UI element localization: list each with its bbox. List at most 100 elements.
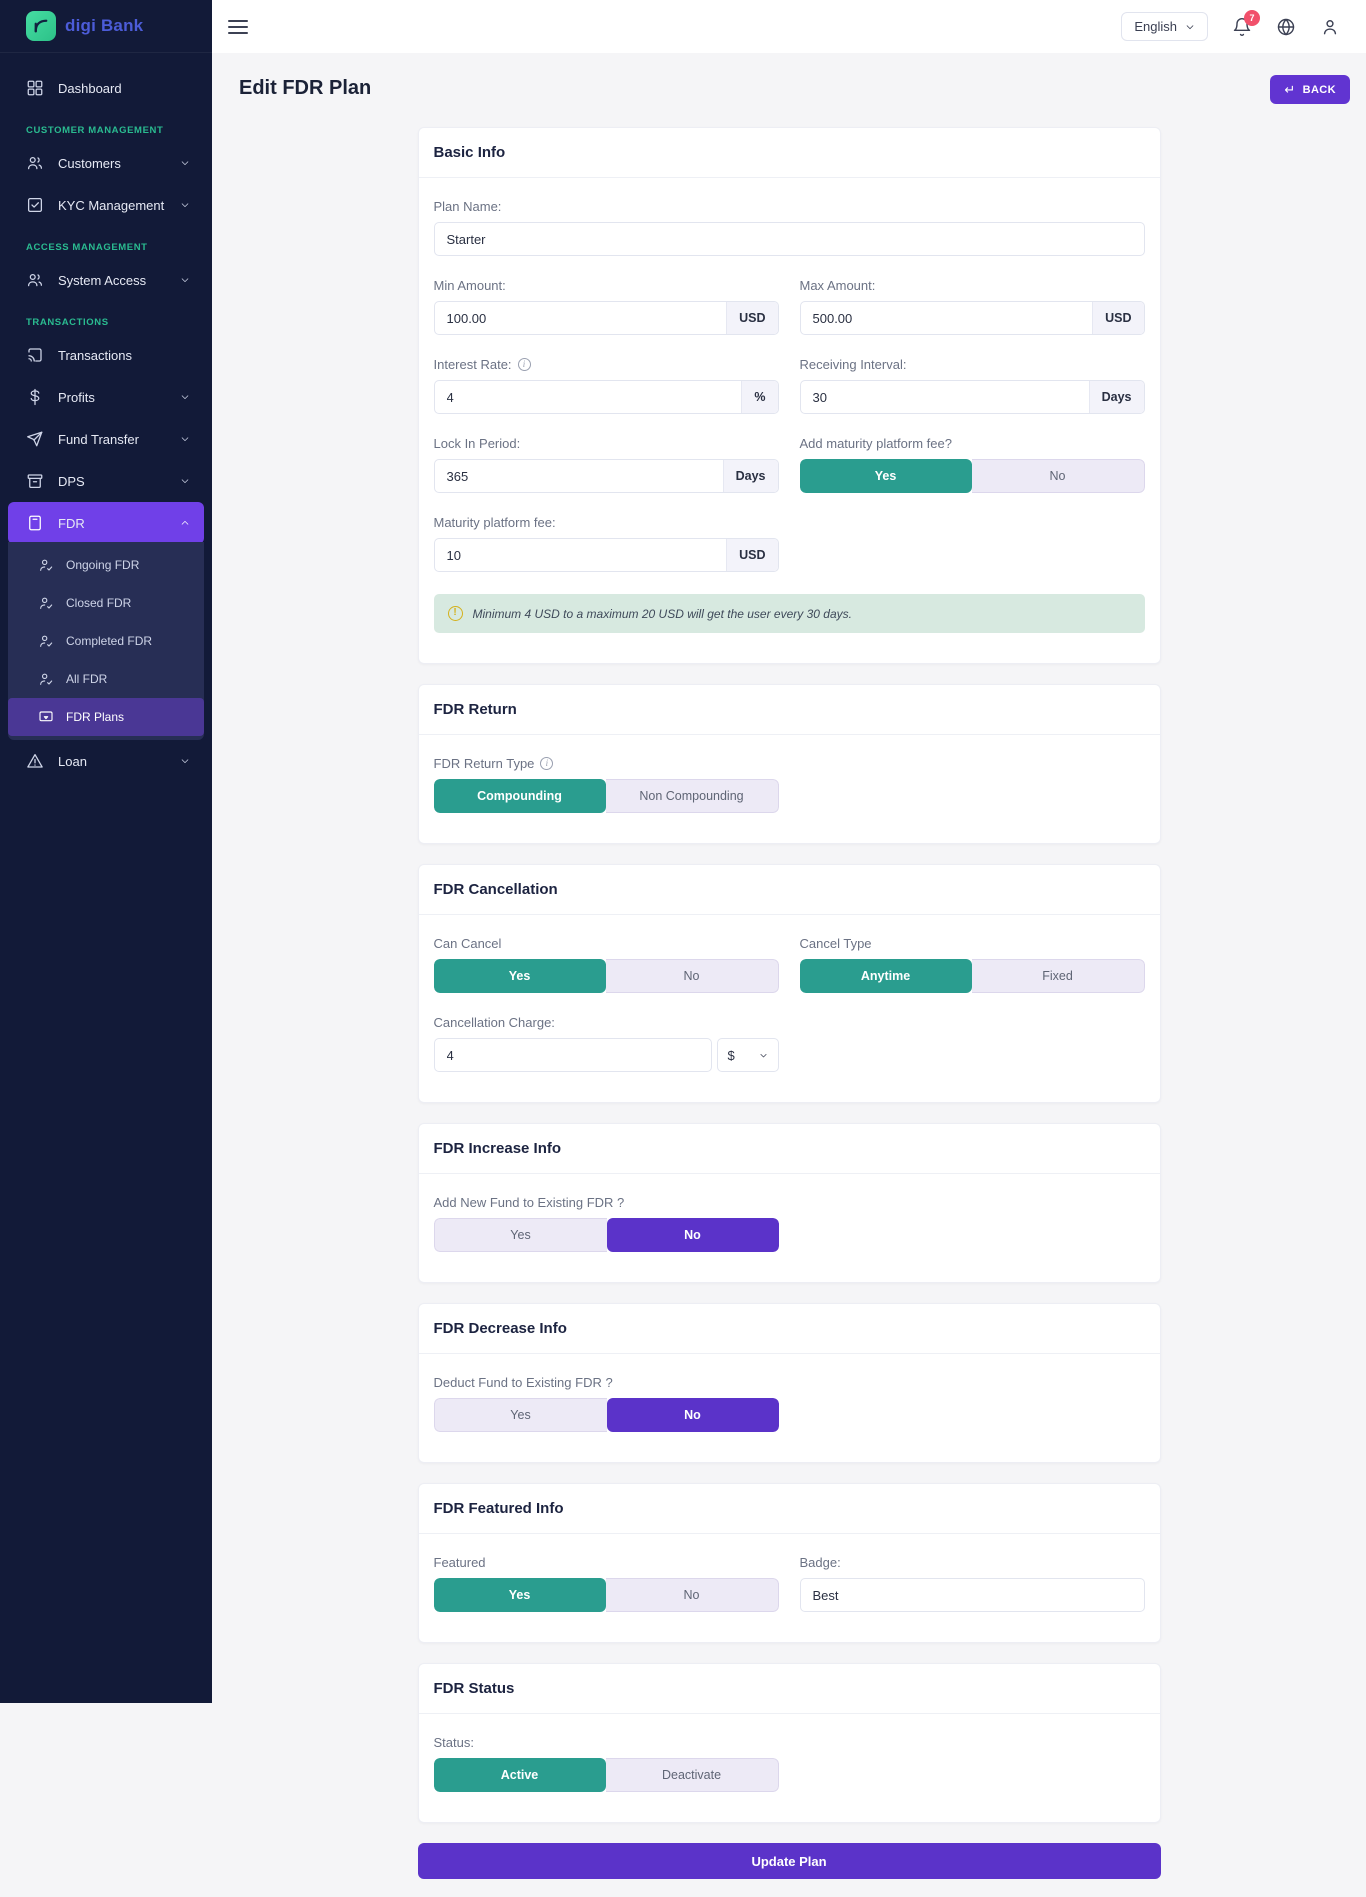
sidebar-item-fdr[interactable]: FDR [8,502,204,544]
cancellation-charge-type-select[interactable]: $ [717,1038,779,1072]
sidebar-item-fdr-plans[interactable]: FDR Plans [8,698,204,736]
check-square-icon [26,196,44,214]
basic-info-card: Basic Info Plan Name: Min Amount: [418,127,1161,664]
section-label-customer-management: CUSTOMER MANAGEMENT [8,109,204,142]
toggle-option-anytime[interactable]: Anytime [800,959,972,993]
warning-circle-icon: ! [448,606,463,621]
brand-logo-icon [26,11,56,41]
toggle-option-no[interactable]: No [606,959,779,993]
chevron-down-icon [180,392,190,402]
sidebar-item-profits[interactable]: Profits [8,376,204,418]
notifications-bell-icon[interactable]: 7 [1232,17,1252,37]
max-amount-input[interactable] [801,302,1093,334]
sidebar-item-customers[interactable]: Customers [8,142,204,184]
toggle-option-deactivate[interactable]: Deactivate [606,1758,779,1792]
sidebar-item-kyc-management[interactable]: KYC Management [8,184,204,226]
toggle-option-no[interactable]: No [607,1218,779,1252]
badge-input[interactable] [801,1579,1144,1611]
language-select[interactable]: English [1121,12,1208,41]
info-icon[interactable]: i [540,757,553,770]
toggle-option-compounding[interactable]: Compounding [434,779,606,813]
sidebar-item-completed-fdr[interactable]: Completed FDR [8,622,204,660]
chevron-down-icon [759,1051,768,1060]
toggle-option-non-compounding[interactable]: Non Compounding [606,779,779,813]
sidebar-item-system-access[interactable]: System Access [8,259,204,301]
fdr-return-type-toggle: Compounding Non Compounding [434,779,779,813]
fdr-featured-card: FDR Featured Info Featured Yes No Badge: [418,1483,1161,1643]
receiving-interval-input[interactable] [801,381,1089,413]
min-amount-input[interactable] [435,302,727,334]
cancellation-charge-label: Cancellation Charge: [434,1015,779,1030]
sidebar-item-label: System Access [58,273,180,288]
max-amount-label: Max Amount: [800,278,1145,293]
card-title: FDR Status [419,1664,1160,1714]
sidebar-item-label: Closed FDR [66,596,131,610]
user-check-icon [38,633,54,649]
card-title: FDR Decrease Info [419,1304,1160,1354]
sidebar-item-label: Customers [58,156,180,171]
sidebar-item-dps[interactable]: DPS [8,460,204,502]
main-content: Edit FDR Plan ↵ BACK Basic Info Plan Nam… [212,53,1366,1897]
cast-icon [26,346,44,364]
update-plan-button[interactable]: Update Plan [418,1843,1161,1879]
language-value: English [1134,19,1177,34]
lock-in-period-input[interactable] [435,460,723,492]
toggle-option-no[interactable]: No [972,459,1145,493]
user-profile-icon[interactable] [1320,17,1340,37]
featured-toggle: Yes No [434,1578,779,1612]
sidebar-item-all-fdr[interactable]: All FDR [8,660,204,698]
menu-toggle-icon[interactable] [228,20,248,34]
interest-rate-input[interactable] [435,381,742,413]
toggle-option-yes[interactable]: Yes [434,959,606,993]
toggle-option-no[interactable]: No [606,1578,779,1612]
toggle-option-yes[interactable]: Yes [434,1398,607,1432]
toggle-option-yes[interactable]: Yes [434,1578,606,1612]
info-icon[interactable]: i [518,358,531,371]
toggle-option-yes[interactable]: Yes [434,1218,607,1252]
alert-triangle-icon [26,752,44,770]
maturity-fee-input[interactable] [435,539,727,571]
fdr-return-card: FDR Return FDR Return Type i Compounding… [418,684,1161,844]
toggle-option-yes[interactable]: Yes [800,459,972,493]
sidebar-item-loan[interactable]: Loan [8,740,204,782]
info-note: ! Minimum 4 USD to a maximum 20 USD will… [434,594,1145,633]
fdr-increase-card: FDR Increase Info Add New Fund to Existi… [418,1123,1161,1283]
send-icon [26,430,44,448]
toggle-option-no[interactable]: No [607,1398,779,1432]
sidebar-item-label: KYC Management [58,198,180,213]
sidebar-item-closed-fdr[interactable]: Closed FDR [8,584,204,622]
sidebar-item-label: Fund Transfer [58,432,180,447]
chevron-down-icon [180,756,190,766]
globe-icon[interactable] [1276,17,1296,37]
sidebar-item-label: Transactions [58,348,190,363]
sidebar-item-label: All FDR [66,672,107,686]
percent-addon: % [741,381,777,413]
dashboard-icon [26,79,44,97]
sidebar-item-transactions[interactable]: Transactions [8,334,204,376]
deduct-fund-label: Deduct Fund to Existing FDR ? [434,1375,779,1390]
cancellation-charge-input[interactable] [435,1039,711,1071]
currency-addon: USD [1092,302,1143,334]
lock-in-period-label: Lock In Period: [434,436,779,451]
card-title: FDR Return [419,685,1160,735]
chevron-down-icon [180,476,190,486]
plan-name-input[interactable] [435,223,1144,255]
sidebar-item-dashboard[interactable]: Dashboard [8,67,204,109]
sidebar-item-ongoing-fdr[interactable]: Ongoing FDR [8,546,204,584]
fdr-decrease-card: FDR Decrease Info Deduct Fund to Existin… [418,1303,1161,1463]
sidebar-item-fund-transfer[interactable]: Fund Transfer [8,418,204,460]
charge-type-value: $ [728,1048,735,1063]
brand[interactable]: digi Bank [0,0,212,53]
notification-count-badge: 7 [1244,10,1260,26]
featured-label: Featured [434,1555,779,1570]
chevron-down-icon [180,434,190,444]
back-button[interactable]: ↵ BACK [1270,75,1350,104]
monitor-icon [38,709,54,725]
sidebar-item-label: Dashboard [58,81,190,96]
sidebar-item-label: Profits [58,390,180,405]
toggle-option-active[interactable]: Active [434,1758,606,1792]
can-cancel-label: Can Cancel [434,936,779,951]
toggle-option-fixed[interactable]: Fixed [972,959,1145,993]
maturity-fee-toggle-label: Add maturity platform fee? [800,436,1145,451]
sidebar-nav: Dashboard CUSTOMER MANAGEMENT Customers … [0,53,212,812]
